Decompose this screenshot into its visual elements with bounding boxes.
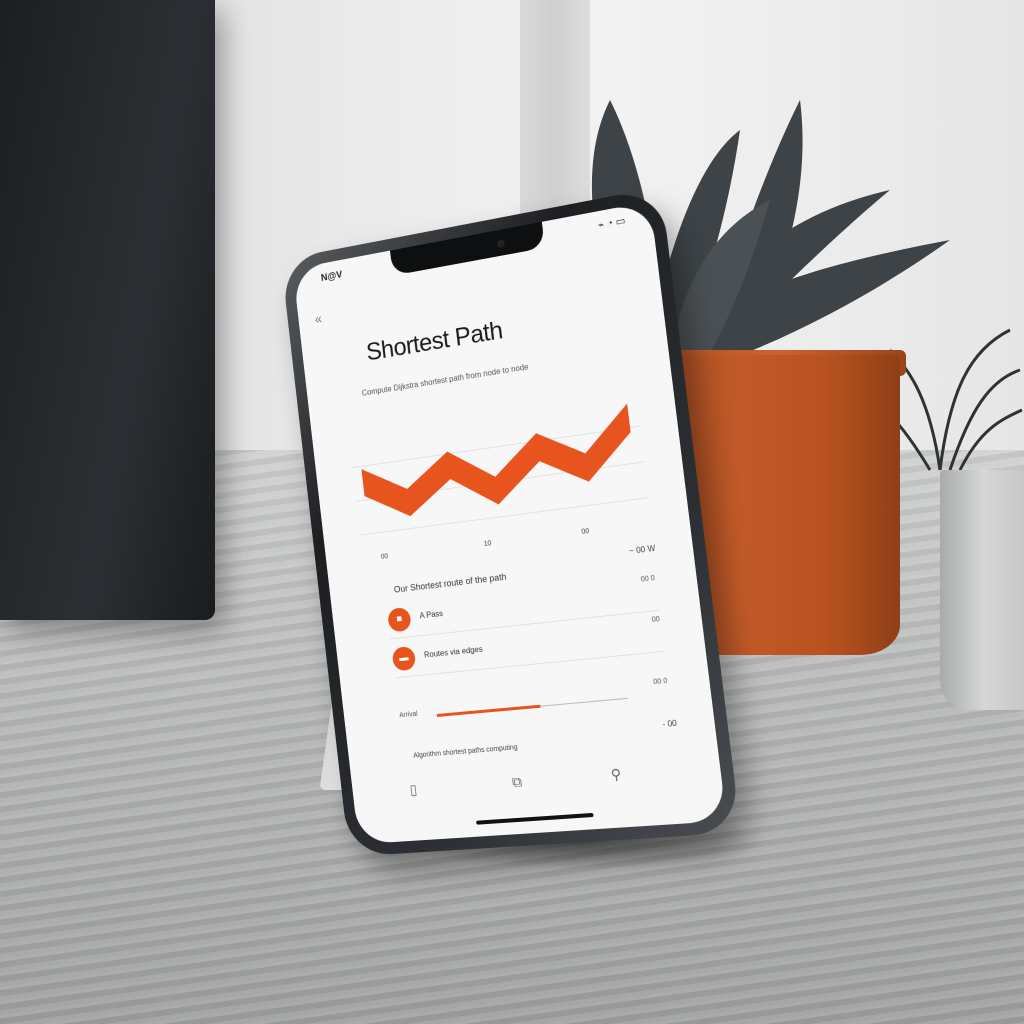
grey-pot <box>940 470 1024 710</box>
section-label: Our Shortest route of the path <box>393 571 507 595</box>
document-icon[interactable]: ▯ <box>409 781 418 798</box>
list-item-label: A Pass <box>419 608 444 621</box>
x-tick-label: 00 <box>381 553 389 561</box>
arrival-progress: Arrival 00 0 <box>398 678 670 728</box>
page-title: Shortest Path <box>364 316 504 367</box>
path-chart: 00 10 00 <box>329 403 664 561</box>
route-icon: ■ <box>386 606 412 633</box>
map-icon[interactable]: ⧉ <box>511 773 523 791</box>
list-item-label: Routes via edges <box>423 644 484 660</box>
section-value: ~ 00 W <box>628 543 656 556</box>
progress-value: 00 0 <box>652 677 668 687</box>
progress-track <box>436 697 629 717</box>
back-button[interactable]: « <box>314 310 323 326</box>
phone-screen: N@V ⌁ ◔ ▭ « Shortest Path Compute Dijkst… <box>292 201 727 845</box>
progress-label: Arrival <box>398 710 419 720</box>
progress-fill <box>436 704 541 717</box>
status-carrier: N@V <box>320 269 343 284</box>
monitor <box>0 0 215 620</box>
tab-bar: ▯ ⧉ ⚲ <box>352 758 723 815</box>
list-item-value: 00 0 <box>640 574 656 584</box>
smartphone: N@V ⌁ ◔ ▭ « Shortest Path Compute Dijkst… <box>280 186 742 857</box>
x-tick-label: 00 <box>581 528 590 536</box>
status-icons: ⌁ ◔ ▭ <box>597 215 627 232</box>
search-icon[interactable]: ⚲ <box>610 766 622 784</box>
x-tick-label: 10 <box>483 540 492 548</box>
footer-value: - 00 <box>661 718 678 730</box>
home-indicator[interactable] <box>475 812 594 825</box>
edge-icon: ▬ <box>391 645 417 672</box>
footer-text: Algorithm shortest paths computing <box>412 744 518 760</box>
list-item-value: 00 <box>651 615 661 624</box>
